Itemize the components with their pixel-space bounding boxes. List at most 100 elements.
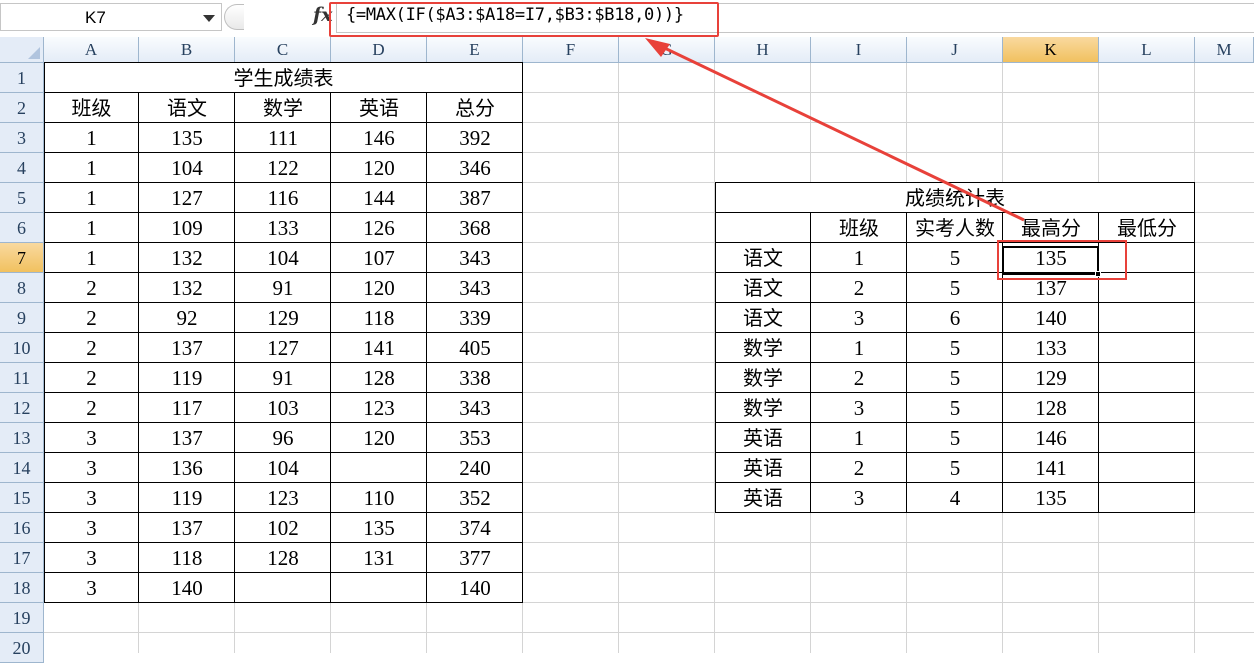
table1-cell[interactable] [331, 573, 427, 603]
table1-cell[interactable]: 377 [427, 543, 523, 573]
table1-cell[interactable]: 374 [427, 513, 523, 543]
table1-cell[interactable]: 405 [427, 333, 523, 363]
table1-cell[interactable]: 1 [44, 243, 139, 273]
table1-cell[interactable]: 1 [44, 123, 139, 153]
row-header-13[interactable]: 13 [0, 423, 44, 453]
table2-cell[interactable]: 1 [811, 333, 907, 363]
column-header-e[interactable]: E [427, 37, 523, 63]
table1-cell[interactable]: 132 [139, 273, 235, 303]
table1-cell[interactable]: 353 [427, 423, 523, 453]
table1-cell[interactable]: 3 [44, 543, 139, 573]
table1-cell[interactable]: 136 [139, 453, 235, 483]
table2-header-cell[interactable]: 最高分 [1003, 213, 1099, 243]
table2-cell[interactable]: 2 [811, 363, 907, 393]
table1-cell[interactable]: 133 [235, 213, 331, 243]
table1-cell[interactable]: 141 [331, 333, 427, 363]
table1-cell[interactable]: 123 [331, 393, 427, 423]
table2-header-cell[interactable]: 实考人数 [907, 213, 1003, 243]
table2-cell[interactable] [1099, 393, 1195, 423]
table1-cell[interactable]: 119 [139, 363, 235, 393]
table2-cell[interactable]: 数学 [715, 393, 811, 423]
table1-cell[interactable]: 2 [44, 393, 139, 423]
table1-cell[interactable]: 137 [139, 333, 235, 363]
table2-cell[interactable]: 133 [1003, 333, 1099, 363]
table1-cell[interactable]: 92 [139, 303, 235, 333]
table2-cell[interactable]: 5 [907, 453, 1003, 483]
table1-cell[interactable] [235, 573, 331, 603]
table2-header-cell[interactable] [715, 213, 811, 243]
table1-cell[interactable]: 346 [427, 153, 523, 183]
column-header-b[interactable]: B [139, 37, 235, 63]
table2-cell[interactable]: 语文 [715, 303, 811, 333]
table1-cell[interactable]: 110 [331, 483, 427, 513]
table2-cell[interactable]: 6 [907, 303, 1003, 333]
table2-cell[interactable]: 4 [907, 483, 1003, 513]
row-header-17[interactable]: 17 [0, 543, 44, 573]
row-header-3[interactable]: 3 [0, 123, 44, 153]
table1-cell[interactable]: 343 [427, 243, 523, 273]
column-header-h[interactable]: H [715, 37, 811, 63]
table2-cell[interactable]: 129 [1003, 363, 1099, 393]
table1-cell[interactable]: 137 [139, 423, 235, 453]
row-header-19[interactable]: 19 [0, 603, 44, 633]
table1-cell[interactable]: 116 [235, 183, 331, 213]
row-header-8[interactable]: 8 [0, 273, 44, 303]
table1-cell[interactable]: 3 [44, 483, 139, 513]
table2-cell[interactable]: 146 [1003, 423, 1099, 453]
table2-cell[interactable]: 英语 [715, 483, 811, 513]
table1-cell[interactable]: 140 [139, 573, 235, 603]
table1-cell[interactable]: 91 [235, 273, 331, 303]
table1-header-cell[interactable]: 班级 [44, 93, 139, 123]
table2-cell[interactable] [1099, 483, 1195, 513]
table2-cell[interactable]: 5 [907, 243, 1003, 273]
table1-cell[interactable]: 127 [139, 183, 235, 213]
column-header-i[interactable]: I [811, 37, 907, 63]
table2-header-cell[interactable]: 班级 [811, 213, 907, 243]
table1-cell[interactable]: 392 [427, 123, 523, 153]
table1-cell[interactable]: 117 [139, 393, 235, 423]
table1-cell[interactable]: 96 [235, 423, 331, 453]
table1-cell[interactable]: 104 [235, 453, 331, 483]
table2-cell[interactable]: 语文 [715, 243, 811, 273]
table2-cell[interactable]: 3 [811, 303, 907, 333]
table1-cell[interactable]: 128 [235, 543, 331, 573]
table1-cell[interactable]: 128 [331, 363, 427, 393]
row-header-1[interactable]: 1 [0, 63, 44, 93]
row-header-20[interactable]: 20 [0, 633, 44, 663]
row-header-2[interactable]: 2 [0, 93, 44, 123]
table1-cell[interactable]: 1 [44, 213, 139, 243]
table2-cell[interactable]: 1 [811, 423, 907, 453]
table1-cell[interactable]: 343 [427, 273, 523, 303]
table1-cell[interactable]: 3 [44, 423, 139, 453]
row-header-6[interactable]: 6 [0, 213, 44, 243]
table1-cell[interactable]: 132 [139, 243, 235, 273]
row-header-10[interactable]: 10 [0, 333, 44, 363]
row-header-15[interactable]: 15 [0, 483, 44, 513]
table1-cell[interactable]: 104 [235, 243, 331, 273]
table2-cell[interactable]: 英语 [715, 423, 811, 453]
table1-cell[interactable]: 123 [235, 483, 331, 513]
table1-cell[interactable]: 2 [44, 303, 139, 333]
table2-cell[interactable]: 2 [811, 273, 907, 303]
table1-cell[interactable]: 104 [139, 153, 235, 183]
table1-cell[interactable]: 122 [235, 153, 331, 183]
table1-title[interactable]: 学生成绩表 [44, 63, 523, 93]
table1-cell[interactable]: 107 [331, 243, 427, 273]
table1-cell[interactable]: 127 [235, 333, 331, 363]
column-header-m[interactable]: M [1195, 37, 1254, 63]
table2-cell[interactable]: 5 [907, 363, 1003, 393]
column-header-d[interactable]: D [331, 37, 427, 63]
row-header-5[interactable]: 5 [0, 183, 44, 213]
table1-cell[interactable]: 3 [44, 453, 139, 483]
table2-cell[interactable] [1099, 453, 1195, 483]
table1-cell[interactable]: 338 [427, 363, 523, 393]
table2-cell[interactable] [1099, 303, 1195, 333]
formula-bar-splitter[interactable] [224, 4, 244, 30]
row-header-11[interactable]: 11 [0, 363, 44, 393]
table2-cell[interactable]: 1 [811, 243, 907, 273]
column-header-j[interactable]: J [907, 37, 1003, 63]
table2-cell[interactable] [1099, 333, 1195, 363]
select-all-corner[interactable] [0, 37, 44, 63]
table1-cell[interactable]: 137 [139, 513, 235, 543]
table1-cell[interactable]: 118 [139, 543, 235, 573]
